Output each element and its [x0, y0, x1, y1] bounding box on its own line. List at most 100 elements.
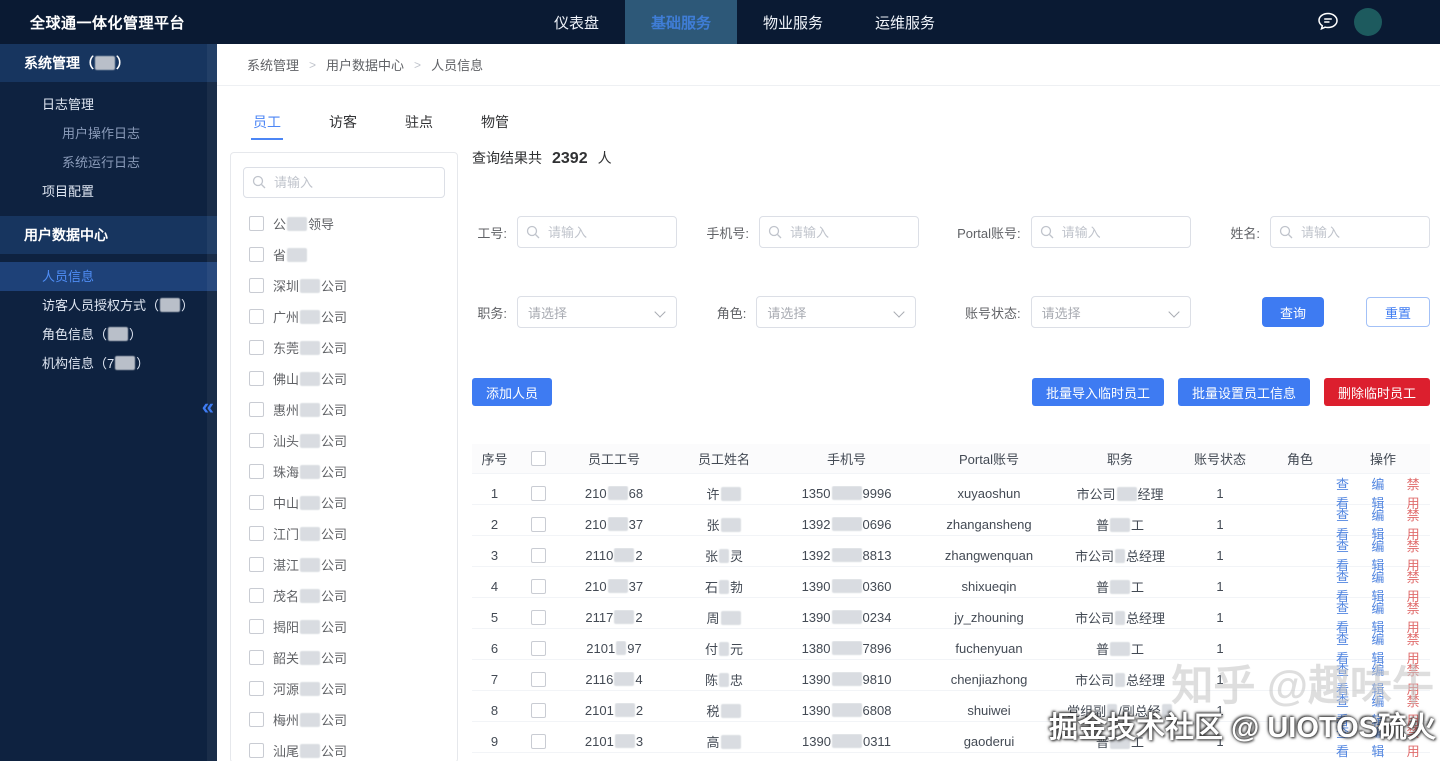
user-avatar[interactable] [1354, 8, 1382, 36]
filter-input[interactable] [1030, 216, 1191, 248]
checkbox-icon[interactable] [530, 516, 546, 532]
cell-phone: 1380 7896 [801, 640, 892, 656]
checkbox-icon[interactable] [249, 340, 264, 355]
company-search-input[interactable] [243, 167, 445, 198]
checkbox-icon[interactable] [530, 578, 546, 594]
batch-set-button[interactable]: 批量设置员工信息 [1177, 378, 1310, 406]
disable-link[interactable]: 禁用 [1407, 722, 1430, 760]
top-nav-item[interactable]: 运维服务 [849, 0, 961, 44]
company-list-item[interactable]: 东莞 公司 [243, 332, 445, 363]
cell-portal: zhangwenquan [944, 547, 1034, 563]
company-list-item[interactable]: 茂名 公司 [243, 580, 445, 611]
checkbox-icon[interactable] [249, 650, 264, 665]
checkbox-icon[interactable] [249, 371, 264, 386]
table-row: 5 2117 2 周 1390 0234 jy_zhouning 市公司 总经理 1 查看 编辑 禁用 [472, 598, 1430, 635]
edit-link[interactable]: 编辑 [1371, 722, 1394, 760]
top-nav-item[interactable]: 基础服务 [625, 0, 738, 44]
sidebar-item[interactable]: 用户数据中心 [0, 216, 217, 254]
checkbox-icon[interactable] [249, 619, 264, 634]
company-list-item[interactable]: 惠州 公司 [243, 394, 445, 425]
checkbox-icon[interactable] [249, 557, 264, 572]
checkbox-icon[interactable] [249, 309, 264, 324]
checkbox-icon[interactable] [249, 681, 264, 696]
breadcrumb-item[interactable]: 用户数据中心 [326, 55, 404, 74]
sidebar-collapse-icon[interactable]: « [202, 396, 214, 418]
checkbox-icon[interactable] [249, 588, 264, 603]
checkbox-icon[interactable] [249, 278, 264, 293]
checkbox-icon[interactable] [530, 702, 546, 718]
top-nav-item[interactable]: 物业服务 [737, 0, 849, 44]
sidebar-item[interactable]: 系统运行日志 [0, 148, 217, 177]
filter-input[interactable] [758, 216, 919, 248]
company-list-item[interactable]: 中山 公司 [243, 487, 445, 518]
company-list-item[interactable]: 深圳 公司 [243, 270, 445, 301]
message-icon[interactable] [1316, 10, 1340, 34]
view-link[interactable]: 查看 [1336, 722, 1359, 760]
redacted-blur [720, 610, 741, 625]
breadcrumb-item[interactable]: 人员信息 [431, 55, 483, 74]
sidebar-item[interactable]: 机构信息（7） [0, 349, 217, 378]
company-list-item[interactable]: 揭阳 公司 [243, 611, 445, 642]
checkbox-icon[interactable] [530, 733, 546, 749]
sidebar-item[interactable]: 日志管理 [0, 90, 217, 119]
tab-物管[interactable]: 物管 [475, 108, 515, 142]
reset-button[interactable]: 重置 [1365, 297, 1430, 327]
checkbox-icon[interactable] [249, 526, 264, 541]
checkbox-icon[interactable] [249, 495, 264, 510]
checkbox-icon[interactable] [249, 433, 264, 448]
redacted-blur [831, 640, 862, 655]
checkbox-icon[interactable] [530, 451, 546, 466]
company-list-item[interactable]: 佛山 公司 [243, 363, 445, 394]
checkbox-icon[interactable] [530, 671, 546, 687]
sidebar-item[interactable]: 人员信息 [0, 262, 217, 291]
sidebar-item[interactable]: 系统管理（） [0, 44, 217, 82]
delete-temp-button[interactable]: 删除临时员工 [1323, 378, 1430, 406]
tab-驻点[interactable]: 驻点 [399, 108, 439, 142]
checkbox-icon[interactable] [530, 640, 546, 656]
checkbox-icon[interactable] [249, 402, 264, 417]
checkbox-icon[interactable] [530, 609, 546, 625]
company-list-item[interactable]: 江门 公司 [243, 518, 445, 549]
company-list-item[interactable]: 汕尾 公司 [243, 735, 445, 761]
sidebar-item[interactable]: 访客人员授权方式（） [0, 291, 217, 320]
checkbox-icon[interactable] [249, 247, 264, 262]
filter-field: 手机号: [706, 216, 919, 248]
top-nav-item[interactable]: 仪表盘 [528, 0, 625, 44]
checkbox-icon[interactable] [249, 743, 264, 758]
filter-select[interactable]: 请选择 [756, 296, 917, 328]
company-list-item[interactable]: 河源 公司 [243, 673, 445, 704]
checkbox-icon[interactable] [530, 485, 546, 501]
company-list-item[interactable]: 珠海 公司 [243, 456, 445, 487]
cell-no: 7 [490, 671, 499, 687]
cell-phone: 1390 0360 [801, 578, 892, 594]
tab-员工[interactable]: 员工 [247, 108, 287, 142]
redacted-blur [720, 734, 741, 749]
company-list-item[interactable]: 湛江 公司 [243, 549, 445, 580]
add-person-button[interactable]: 添加人员 [472, 378, 553, 406]
checkbox-icon[interactable] [249, 464, 264, 479]
checkbox-icon[interactable] [530, 547, 546, 563]
filter-select[interactable]: 请选择 [517, 296, 677, 328]
company-list-item[interactable]: 广州 公司 [243, 301, 445, 332]
company-list-item[interactable]: 省 [243, 239, 445, 270]
search-button[interactable]: 查询 [1261, 297, 1324, 327]
company-list-item[interactable]: 韶关 公司 [243, 642, 445, 673]
tab-访客[interactable]: 访客 [323, 108, 363, 142]
sidebar-item[interactable]: 用户操作日志 [0, 119, 217, 148]
filter-input[interactable] [1269, 216, 1430, 248]
company-list-item[interactable]: 汕头 公司 [243, 425, 445, 456]
breadcrumb-item[interactable]: 系统管理 [247, 55, 299, 74]
sidebar-item[interactable]: 项目配置 [0, 177, 217, 206]
batch-import-button[interactable]: 批量导入临时员工 [1031, 378, 1164, 406]
filter-input[interactable] [517, 216, 677, 248]
checkbox-icon[interactable] [249, 712, 264, 727]
filter-select[interactable]: 请选择 [1030, 296, 1191, 328]
company-list-item[interactable]: 公领导 [243, 208, 445, 239]
checkbox-icon[interactable] [249, 216, 264, 231]
redacted-blur [1161, 703, 1172, 718]
cell-name: 付元 [704, 641, 744, 657]
cell-emp_id: 2110 2 [585, 547, 643, 563]
filter-input-box [517, 216, 677, 248]
sidebar-item[interactable]: 角色信息（） [0, 320, 217, 349]
company-list-item[interactable]: 梅州 公司 [243, 704, 445, 735]
